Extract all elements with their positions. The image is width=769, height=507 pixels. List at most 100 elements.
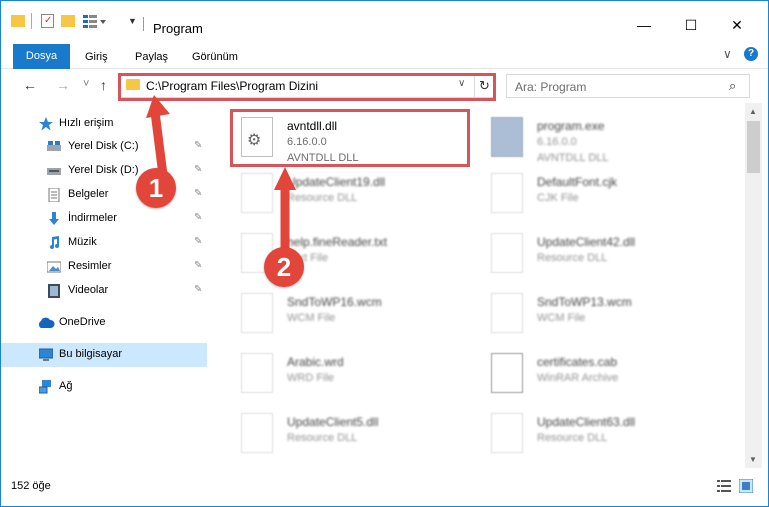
up-button[interactable]: ↑ — [100, 77, 107, 93]
sidebar-item-label: Ağ — [59, 380, 73, 392]
scroll-up-icon[interactable]: ▲ — [749, 107, 757, 116]
sidebar-item-documents[interactable]: Belgeler ✎ — [1, 184, 207, 206]
file-name: certificates.cab — [537, 355, 618, 369]
scroll-thumb[interactable] — [747, 121, 760, 173]
recent-locations-button[interactable]: ˅ — [83, 78, 89, 90]
sidebar-item-onedrive[interactable]: OneDrive — [1, 312, 207, 334]
item-count: 152 öğe — [11, 480, 51, 492]
sidebar-item-drive-d[interactable]: Yerel Disk (D:) ✎ — [1, 160, 207, 182]
file-description: AVNTDLL DLL — [537, 152, 609, 164]
pictures-icon — [47, 261, 61, 273]
sidebar-item-label: Videolar — [68, 284, 109, 296]
file-item[interactable]: UpdateClient42.dll Resource DLL — [469, 227, 709, 285]
file-type: CJK File — [537, 192, 579, 204]
archive-file-icon — [491, 353, 523, 393]
properties-icon[interactable]: ✓ — [41, 14, 54, 28]
maximize-button[interactable]: ☐ — [668, 11, 714, 39]
sidebar-item-label: Yerel Disk (C:) — [68, 140, 139, 152]
minimize-button[interactable]: — — [621, 11, 667, 39]
pin-icon[interactable]: ✎ — [194, 212, 202, 223]
download-icon — [49, 212, 59, 225]
file-item[interactable]: program.exe 6.16.0.0 AVNTDLL DLL — [469, 111, 709, 169]
search-input[interactable]: Ara: Program — [515, 80, 586, 94]
explorer-window: ✓ ▼ Program — ☐ ✕ Dosya Giriş Paylaş Gör… — [0, 0, 769, 507]
tab-file[interactable]: Dosya — [13, 44, 70, 69]
pin-icon[interactable]: ✎ — [194, 140, 202, 151]
file-item[interactable]: SndToWP16.wcm WCM File — [219, 287, 459, 345]
sidebar-item-label: Yerel Disk (D:) — [68, 164, 139, 176]
file-item[interactable]: UpdateClient5.dll Resource DLL — [219, 407, 459, 465]
address-highlight-box — [118, 73, 496, 101]
file-type: WCM File — [537, 312, 586, 324]
file-type: WCM File — [287, 312, 336, 324]
tab-view[interactable]: Görünüm — [192, 45, 238, 69]
sidebar-item-drive-c[interactable]: Yerel Disk (C:) ✎ — [1, 136, 207, 158]
sidebar-item-network[interactable]: Ağ — [1, 376, 207, 398]
file-item[interactable]: UpdateClient63.dll Resource DLL — [469, 407, 709, 465]
star-icon — [39, 117, 53, 131]
file-name: SndToWP13.wcm — [537, 295, 632, 309]
large-icons-view-icon[interactable] — [739, 479, 753, 493]
file-name: program.exe — [537, 119, 605, 133]
sidebar-item-label: Bu bilgisayar — [59, 348, 122, 360]
dll-file-icon — [491, 413, 523, 453]
file-item[interactable]: help.fineReader.txt Text File — [219, 227, 459, 285]
search-icon[interactable]: ⌕ — [729, 78, 736, 94]
file-name: DefaultFont.cjk — [537, 175, 618, 189]
help-icon[interactable]: ? — [744, 47, 758, 61]
pin-icon[interactable]: ✎ — [194, 164, 202, 175]
sidebar-item-label: Resimler — [68, 260, 112, 272]
new-folder-icon[interactable] — [61, 15, 75, 27]
dll-file-icon — [241, 413, 273, 453]
tab-home[interactable]: Giriş — [85, 45, 108, 69]
sidebar-item-quick-access[interactable]: Hızlı erişim — [1, 113, 207, 135]
vertical-scrollbar[interactable]: ▲ ▼ — [745, 103, 762, 468]
customize-icon[interactable] — [83, 14, 106, 28]
separator — [31, 13, 32, 29]
search-box[interactable]: Ara: Program ⌕ — [506, 74, 750, 98]
file-version: 6.16.0.0 — [537, 136, 577, 148]
back-button[interactable]: ← — [23, 77, 37, 93]
qa-dropdown-icon[interactable]: ▼ — [128, 16, 137, 34]
file-item[interactable]: SndToWP13.wcm WCM File — [469, 287, 709, 345]
pin-icon[interactable]: ✎ — [194, 260, 202, 271]
sidebar-item-downloads[interactable]: İndirmeler ✎ — [1, 208, 207, 230]
file-item[interactable]: DefaultFont.cjk CJK File — [469, 167, 709, 225]
file-name: UpdateClient19.dll — [287, 175, 386, 189]
callout-badge-2: 2 — [264, 247, 304, 287]
scroll-down-icon[interactable]: ▼ — [749, 455, 757, 464]
sidebar-item-label: OneDrive — [59, 316, 106, 328]
file-item[interactable]: Arabic.wrd WRD File — [219, 347, 459, 405]
sidebar-item-music[interactable]: Müzik ✎ — [1, 232, 207, 254]
file-name: help.fineReader.txt — [287, 235, 388, 249]
file-type: Resource DLL — [287, 192, 358, 204]
pin-icon[interactable]: ✎ — [194, 188, 202, 199]
tab-share[interactable]: Paylaş — [135, 45, 168, 69]
file-name: Arabic.wrd — [287, 355, 344, 369]
file-type: Resource DLL — [287, 432, 358, 444]
callout-badge-1: 1 — [136, 168, 176, 208]
file-type: WRD File — [287, 372, 335, 384]
sidebar-item-pictures[interactable]: Resimler ✎ — [1, 256, 207, 278]
sidebar-item-videos[interactable]: Videolar ✎ — [1, 280, 207, 302]
network-icon — [39, 380, 51, 394]
music-icon — [50, 236, 59, 249]
file-item[interactable]: certificates.cab WinRAR Archive — [469, 347, 709, 405]
close-button[interactable]: ✕ — [714, 11, 760, 39]
file-type: Resource DLL — [537, 252, 608, 264]
sidebar-item-label: İndirmeler — [68, 212, 117, 224]
sidebar-item-label: Belgeler — [68, 188, 109, 200]
sidebar-item-this-pc[interactable]: Bu bilgisayar — [1, 343, 207, 367]
details-view-icon[interactable] — [717, 479, 731, 493]
pin-icon[interactable]: ✎ — [194, 236, 202, 247]
forward-button[interactable]: → — [56, 77, 70, 93]
ribbon-expand-icon[interactable]: ∨ — [723, 47, 732, 61]
file-type: WinRAR Archive — [537, 372, 619, 384]
navigation-pane: Hızlı erişim Yerel Disk (C:) ✎ Yerel Dis… — [1, 103, 213, 468]
navigation-bar: ← → ˅ ↑ C:\Program Files\Program Dizini … — [1, 69, 768, 103]
computer-icon — [39, 348, 53, 361]
file-name: SndToWP16.wcm — [287, 295, 382, 309]
pin-icon[interactable]: ✎ — [194, 284, 202, 295]
file-item[interactable]: UpdateClient19.dll Resource DLL — [219, 167, 459, 225]
file-name: UpdateClient42.dll — [537, 235, 636, 249]
